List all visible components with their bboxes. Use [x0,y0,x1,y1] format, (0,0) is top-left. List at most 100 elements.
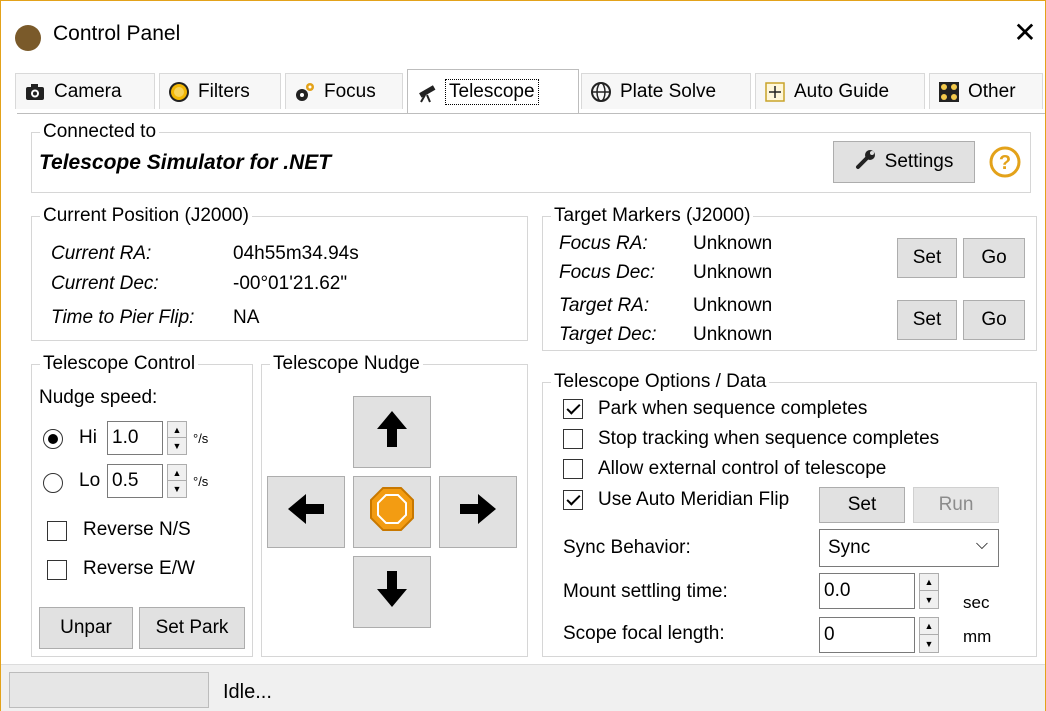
meridian-set-button[interactable]: Set [819,487,905,523]
tab-plate-solve-label: Plate Solve [620,80,717,102]
lo-label: Lo [79,470,101,491]
nudge-north-button[interactable] [353,396,431,468]
tab-telescope-label: Telescope [445,78,539,105]
spinner-down-icon[interactable]: ▼ [168,438,186,454]
nudge-south-button[interactable] [353,556,431,628]
spinner-down-icon[interactable]: ▼ [920,591,938,608]
settling-time-unit: sec [963,593,990,612]
hi-speed-input[interactable]: 1.0 [107,421,163,455]
target-ra-label: Target RA: [559,295,650,316]
spinner-up-icon[interactable]: ▲ [920,618,938,635]
spinner-up-icon[interactable]: ▲ [168,465,186,481]
camera-icon [24,81,46,103]
current-dec-value: -00°01'21.62" [233,273,348,294]
arrow-left-icon [286,492,326,532]
stop-tracking-label: Stop tracking when sequence completes [598,428,940,449]
park-when-complete-checkbox[interactable] [563,399,583,419]
settings-label: Settings [884,151,954,172]
app-icon [15,25,41,51]
lo-speed-radio[interactable] [43,473,63,493]
current-ra-value: 04h55m34.94s [233,243,359,264]
park-when-complete-label: Park when sequence completes [598,398,868,419]
nudge-east-button[interactable] [439,476,517,548]
focus-ra-label: Focus RA: [559,233,648,254]
hi-speed-radio[interactable] [43,429,63,449]
focus-dec-value: Unknown [693,262,773,283]
spinner-down-icon[interactable]: ▼ [920,635,938,652]
settings-button[interactable]: Settings [833,141,975,183]
set-park-button[interactable]: Set Park [139,607,245,649]
control-panel-window: Control Panel ✕ Camera Filters Focus Tel… [0,0,1046,711]
wrench-icon [855,148,877,176]
lo-speed-spinner[interactable]: ▲ ▼ [167,464,187,498]
tab-other[interactable]: Other [929,73,1043,109]
tab-filters[interactable]: Filters [159,73,281,109]
hi-speed-spinner[interactable]: ▲ ▼ [167,421,187,455]
svg-text:?: ? [999,152,1011,174]
focus-set-button[interactable]: Set [897,238,957,278]
telescope-nudge-legend: Telescope Nudge [273,353,420,374]
tab-plate-solve[interactable]: Plate Solve [581,73,751,109]
current-position-legend: Current Position (J2000) [43,205,249,226]
tab-other-label: Other [968,80,1016,102]
target-dec-value: Unknown [693,324,773,345]
tab-auto-guide[interactable]: Auto Guide [755,73,925,109]
pier-flip-label: Time to Pier Flip: [51,307,195,328]
help-icon[interactable]: ? [989,146,1021,178]
focal-length-spinner[interactable]: ▲ ▼ [919,617,939,653]
focus-dec-label: Focus Dec: [559,262,656,283]
hi-unit: °/s [193,431,209,446]
focal-length-label: Scope focal length: [563,623,725,644]
reverse-ew-checkbox[interactable] [47,560,67,580]
telescope-options-legend: Telescope Options / Data [554,371,767,392]
settling-time-label: Mount settling time: [563,581,728,602]
target-set-button[interactable]: Set [897,300,957,340]
tab-focus[interactable]: Focus [285,73,403,109]
close-icon[interactable]: ✕ [1009,17,1041,49]
current-ra-label: Current RA: [51,243,152,264]
chevron-down-icon: ⌵ [975,536,988,553]
grid-icon [938,81,960,103]
tab-camera-label: Camera [54,80,122,102]
pier-flip-value: NA [233,307,260,328]
tab-telescope[interactable]: Telescope [407,69,579,113]
spinner-down-icon[interactable]: ▼ [168,481,186,497]
sync-behavior-label: Sync Behavior: [563,537,691,558]
auto-meridian-flip-checkbox[interactable] [563,490,583,510]
arrow-down-icon [375,569,409,615]
nudge-stop-button[interactable] [353,476,431,548]
lo-speed-input[interactable]: 0.5 [107,464,163,498]
focal-length-unit: mm [963,627,992,646]
focal-length-input[interactable]: 0 [819,617,915,653]
nudge-west-button[interactable] [267,476,345,548]
unpark-button[interactable]: Unpar [39,607,133,649]
settling-time-input[interactable]: 0.0 [819,573,915,609]
hi-label: Hi [79,427,97,448]
tab-focus-label: Focus [324,80,376,102]
meridian-run-button: Run [913,487,999,523]
settling-time-spinner[interactable]: ▲ ▼ [919,573,939,609]
tab-camera[interactable]: Camera [15,73,155,109]
current-dec-label: Current Dec: [51,273,159,294]
window-title: Control Panel [53,22,181,45]
focus-go-button[interactable]: Go [963,238,1025,278]
tab-auto-guide-label: Auto Guide [794,80,890,102]
spinner-up-icon[interactable]: ▲ [920,574,938,591]
spinner-up-icon[interactable]: ▲ [168,422,186,438]
target-go-button[interactable]: Go [963,300,1025,340]
status-text: Idle... [223,681,272,703]
connected-legend: Connected to [43,121,157,142]
external-control-checkbox[interactable] [563,459,583,479]
crosshair-icon [764,81,786,103]
target-dec-label: Target Dec: [559,324,657,345]
globe-icon [590,81,612,103]
stop-octagon-icon [369,486,415,538]
nudge-speed-label: Nudge speed: [39,387,158,408]
sync-behavior-value: Sync [828,537,871,558]
stop-tracking-checkbox[interactable] [563,429,583,449]
status-progress-bar [9,672,209,708]
sync-behavior-select[interactable]: Sync ⌵ [819,529,999,567]
arrow-right-icon [458,492,498,532]
title-bar: Control Panel ✕ [1,1,1045,69]
reverse-ns-checkbox[interactable] [47,521,67,541]
